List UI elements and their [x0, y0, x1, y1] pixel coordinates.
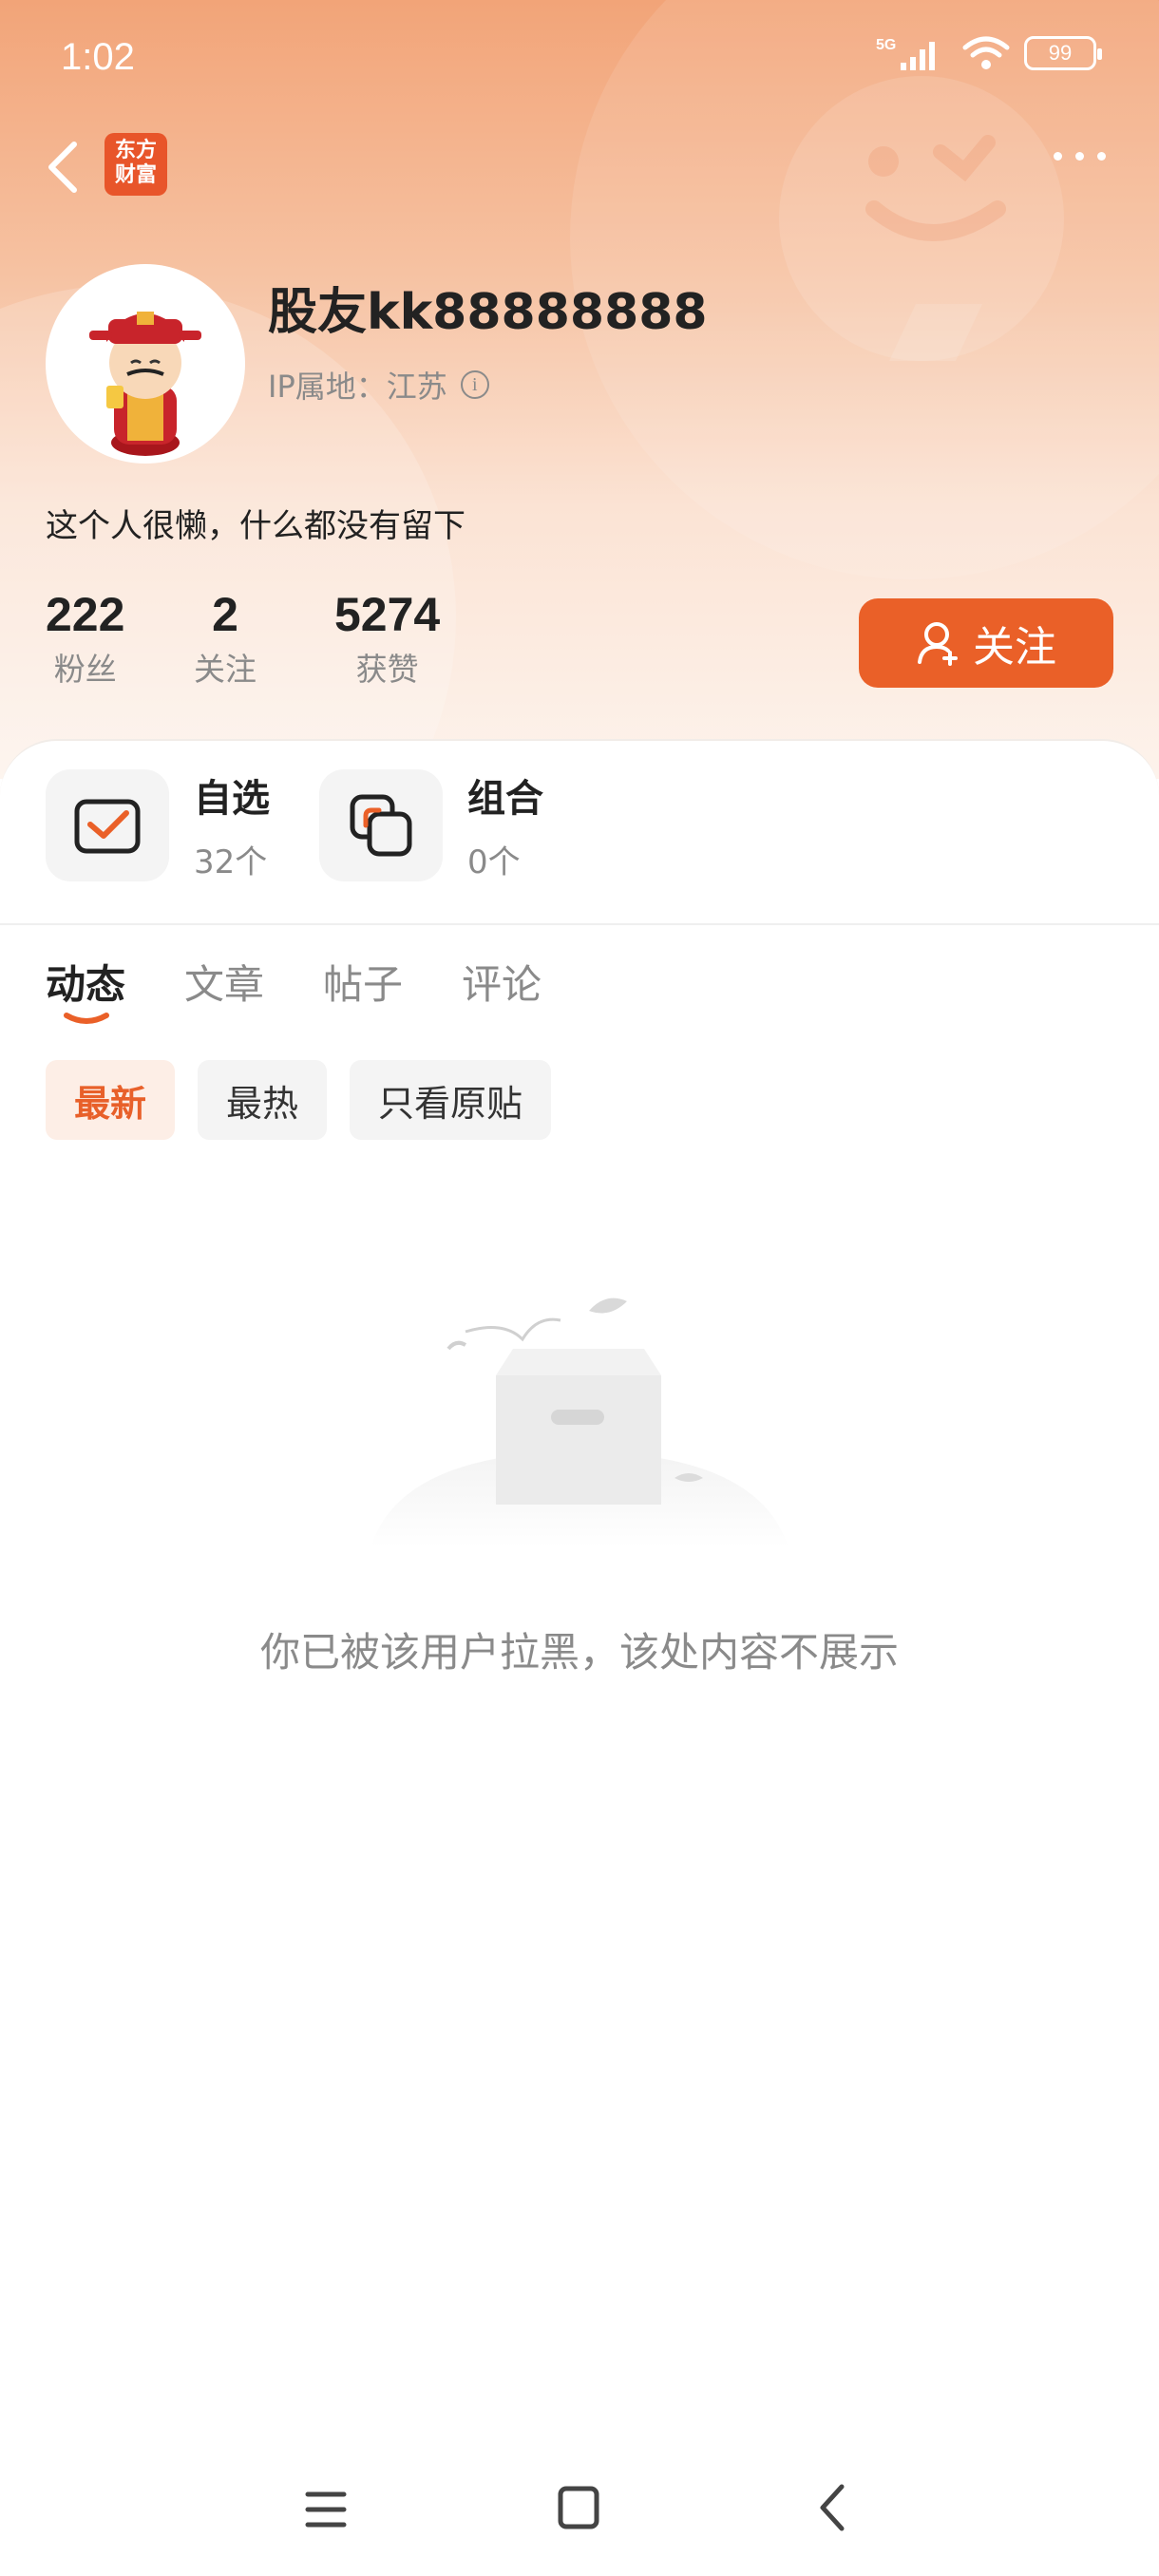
shortcut-watchlist[interactable]: 自选 32个	[46, 767, 270, 882]
status-time: 1:02	[61, 36, 135, 78]
menu-icon[interactable]	[302, 2470, 350, 2546]
tab-active-indicator	[64, 1013, 109, 1024]
info-icon[interactable]: i	[460, 370, 489, 399]
back-chevron-icon[interactable]	[809, 2470, 857, 2546]
shortcut-icon-box	[46, 768, 169, 881]
avatar-god-of-wealth-image	[89, 312, 201, 456]
checkbox-icon	[74, 799, 141, 853]
battery-indicator: 99	[1024, 36, 1102, 70]
stat-label: 获赞	[355, 651, 419, 688]
user-bio: 这个人很懒，什么都没有留下	[46, 507, 466, 545]
stat-value: 2	[212, 588, 238, 641]
dot-icon	[1054, 152, 1062, 161]
shortcut-title: 组合	[467, 777, 543, 821]
shortcut-icon-box	[319, 768, 443, 881]
stat-value: 5274	[334, 588, 441, 641]
divider	[0, 923, 1159, 925]
username: 股友kk88888888	[268, 284, 708, 341]
more-options-button[interactable]	[1054, 152, 1106, 161]
filter-hottest[interactable]: 最热	[198, 1060, 328, 1140]
app-logo[interactable]: 东方 财富	[104, 133, 167, 196]
logo-text-line1: 东方	[114, 139, 157, 162]
signal-label: 5G	[876, 37, 896, 53]
shortcut-count: 0个	[467, 843, 521, 881]
portfolio-icon	[350, 794, 412, 856]
stat-value: 222	[46, 588, 125, 641]
filter-chips: 最新 最热 只看原贴	[46, 1060, 552, 1140]
stat-label: 关注	[194, 651, 256, 688]
filter-original-only[interactable]: 只看原贴	[350, 1060, 552, 1140]
home-square-icon[interactable]	[555, 2470, 602, 2546]
cellular-signal-icon: 5G	[876, 37, 935, 70]
stat-following[interactable]: 2 关注	[194, 587, 256, 690]
empty-state-message: 你已被该用户拉黑，该处内容不展示	[259, 1629, 899, 1676]
back-button[interactable]	[42, 133, 89, 199]
follow-button-label: 关注	[973, 623, 1056, 672]
tab-comments[interactable]: 评论	[462, 953, 542, 1011]
stat-likes[interactable]: 5274 获赞	[334, 587, 440, 690]
wifi-icon	[962, 36, 1010, 69]
tab-articles[interactable]: 文章	[184, 953, 264, 1011]
shortcut-count: 32个	[194, 843, 268, 881]
status-icons: 5G 99	[876, 34, 1102, 72]
stat-fans[interactable]: 222 粉丝	[46, 587, 124, 690]
tab-dynamics[interactable]: 动态	[46, 953, 126, 1024]
follow-button[interactable]: 关注	[859, 598, 1113, 688]
ip-location-row: IP属地：江苏 i	[268, 363, 489, 407]
chevron-left-icon	[48, 142, 77, 193]
shortcut-title: 自选	[194, 777, 270, 821]
logo-text-line2: 财富	[114, 163, 157, 187]
ip-location: IP属地：江苏	[268, 369, 447, 405]
tab-label: 评论	[462, 961, 542, 1008]
decorative-smile-icon	[865, 135, 1006, 241]
system-navigation-bar	[0, 2470, 1159, 2546]
shortcut-portfolio[interactable]: 组合 0个	[319, 767, 543, 882]
tab-posts[interactable]: 帖子	[323, 953, 403, 1011]
avatar[interactable]	[46, 264, 245, 464]
stat-label: 粉丝	[53, 651, 117, 688]
content-tabs: 动态 文章 帖子 评论	[46, 953, 542, 1024]
dot-icon	[1097, 152, 1106, 161]
empty-box-illustration	[370, 1297, 788, 1548]
add-user-icon	[918, 622, 958, 666]
tab-label: 帖子	[323, 961, 404, 1008]
filter-latest[interactable]: 最新	[46, 1060, 176, 1140]
dot-icon	[1075, 152, 1084, 161]
tab-label: 动态	[46, 961, 126, 1008]
tab-label: 文章	[184, 961, 265, 1008]
